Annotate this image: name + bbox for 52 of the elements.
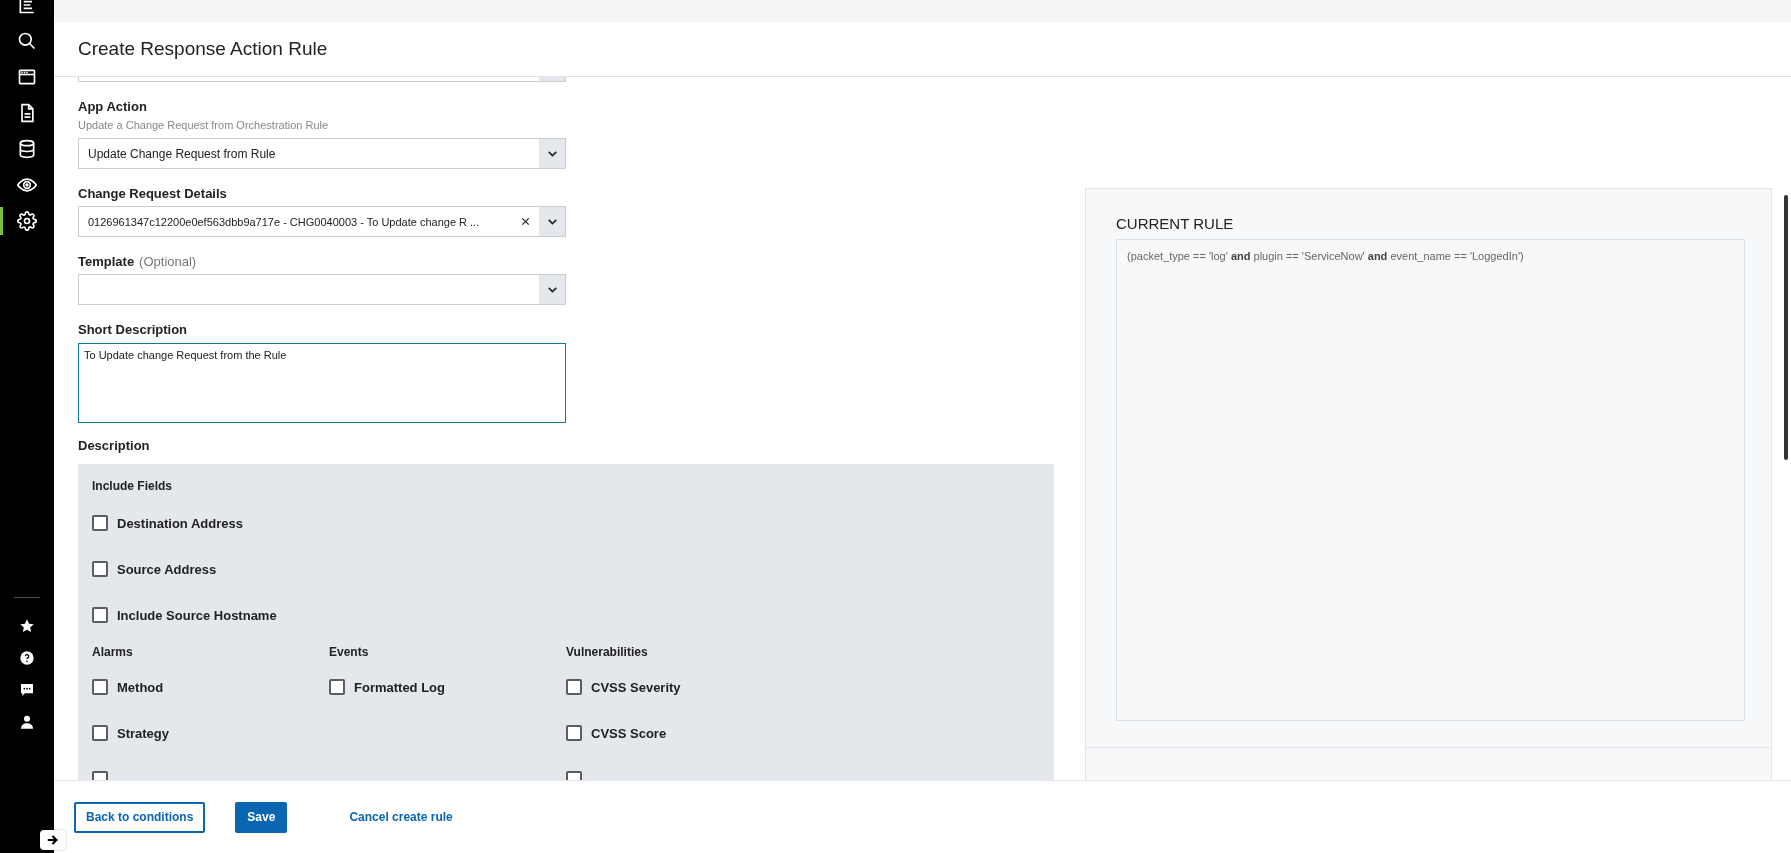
checkbox-label: Destination Address (117, 515, 243, 531)
checkbox[interactable] (92, 607, 108, 623)
database-icon (17, 139, 37, 159)
browser-window-icon (17, 67, 37, 87)
checkbox-label: CVSS Severity (591, 679, 681, 695)
section-title: CURRENT RULE (1116, 215, 1235, 233)
field-label: Template (78, 254, 135, 270)
group-title: Alarms (92, 644, 134, 660)
rule-expression: (packet_type == 'log' and plugin == 'ServiceNow' and event_name == 'LoggedIn') (1116, 239, 1745, 721)
checkbox[interactable] (92, 679, 108, 695)
star-icon (19, 618, 35, 634)
checkbox[interactable] (566, 679, 582, 695)
checkbox-label: Source Address (117, 561, 217, 577)
help-icon (19, 650, 35, 666)
arrow-right-icon (46, 833, 60, 847)
checkbox-label: Strategy (117, 725, 170, 741)
field-hint: Update a Change Request from Orchestration Rule (78, 118, 330, 132)
group-title: Events (329, 644, 370, 660)
checkbox[interactable] (92, 515, 108, 531)
select-field[interactable]: 0126961347c12200e0ef563dbb9a717e - CHG0040003 - To Update change R ... (78, 206, 566, 237)
save-button[interactable]: Save (235, 801, 288, 833)
select-field[interactable] (78, 274, 566, 305)
cancel-link[interactable]: Cancel create rule (343, 801, 459, 833)
clear-icon (520, 216, 531, 227)
checkbox-label: Method (117, 679, 164, 695)
settings-icon (17, 211, 37, 231)
field-label: App Action (78, 99, 147, 115)
optional-note: (Optional) (139, 254, 197, 270)
checkbox-label: Formatted Log (354, 679, 445, 695)
expand-sidebar-button[interactable] (40, 830, 66, 850)
page-title: Create Response Action Rule (78, 38, 328, 60)
text-area[interactable]: To Update change Request from the Rule (78, 343, 566, 423)
back-button[interactable]: Back to conditions (74, 801, 206, 833)
field-label: Change Request Details (78, 186, 227, 202)
field-label: Description (78, 438, 151, 454)
field-label: Short Description (78, 322, 188, 338)
select-field[interactable] (78, 77, 566, 82)
checkbox[interactable] (566, 725, 582, 741)
group-title: Vulnerabilities (566, 644, 649, 660)
checkbox[interactable] (92, 561, 108, 577)
search-icon (17, 31, 37, 51)
checkbox-label: Include Source Hostname (117, 607, 277, 623)
chat-icon (19, 682, 35, 698)
checkbox-label: CVSS Score (591, 725, 667, 741)
section-title: Include Fields (92, 478, 173, 494)
list-icon (17, 0, 37, 15)
user-icon (19, 714, 35, 730)
checkbox[interactable] (329, 679, 345, 695)
checkbox[interactable] (92, 725, 108, 741)
scrollbar[interactable] (1784, 195, 1788, 460)
select-field[interactable]: Update Change Request from Rule (78, 138, 566, 169)
eye-icon (17, 175, 37, 195)
